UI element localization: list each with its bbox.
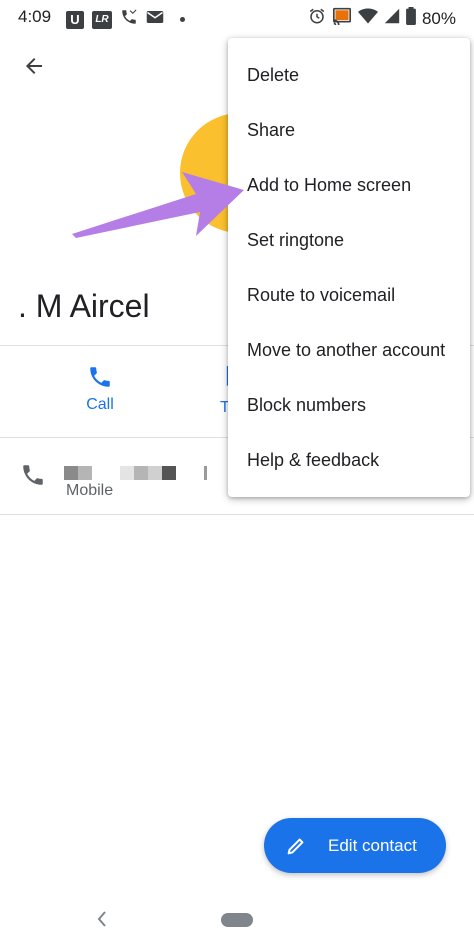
edit-contact-label: Edit contact (328, 835, 417, 855)
battery-icon (406, 7, 416, 30)
call-button[interactable]: Call (60, 364, 140, 414)
alarm-icon (308, 7, 326, 30)
call-label: Call (86, 396, 114, 413)
status-time: 4:09 (18, 7, 52, 26)
phone-type-label: Mobile (66, 482, 114, 499)
pencil-icon (284, 834, 308, 858)
menu-item-block-numbers[interactable]: Block numbers (228, 378, 470, 433)
status-notification-icons: U LR (66, 8, 185, 31)
edit-contact-button[interactable]: Edit contact (264, 818, 446, 873)
signal-icon (384, 8, 400, 29)
navigation-bar (0, 895, 474, 947)
notification-dot-icon (180, 17, 185, 22)
menu-item-help-feedback[interactable]: Help & feedback (228, 433, 470, 488)
menu-item-share[interactable]: Share (228, 103, 470, 158)
battery-percentage: 80% (421, 8, 456, 28)
arrow-back-icon (26, 58, 42, 74)
overflow-menu: Delete Share Add to Home screen Set ring… (228, 38, 470, 497)
lr-app-icon: LR (92, 10, 112, 29)
nav-back-icon[interactable] (95, 909, 109, 934)
phone-icon (90, 367, 110, 387)
status-system-icons: 80% (308, 7, 456, 30)
menu-item-add-to-home-screen[interactable]: Add to Home screen (228, 158, 470, 213)
menu-item-route-to-voicemail[interactable]: Route to voicemail (228, 268, 470, 323)
cast-icon (332, 7, 352, 30)
phone-icon (20, 462, 46, 493)
nav-home-pill[interactable] (221, 913, 253, 927)
back-button[interactable] (18, 50, 50, 82)
missed-call-icon (120, 8, 138, 31)
menu-item-move-to-another-account[interactable]: Move to another account (228, 323, 470, 378)
divider (0, 514, 474, 515)
contact-name: . M Aircel (18, 288, 150, 324)
wifi-icon (357, 7, 378, 30)
u-app-icon: U (66, 10, 84, 29)
email-icon (146, 9, 164, 30)
status-bar: 4:09 U LR 80% (0, 0, 474, 36)
menu-item-set-ringtone[interactable]: Set ringtone (228, 213, 470, 268)
phone-number-redacted (64, 466, 207, 480)
menu-item-delete[interactable]: Delete (228, 48, 470, 103)
